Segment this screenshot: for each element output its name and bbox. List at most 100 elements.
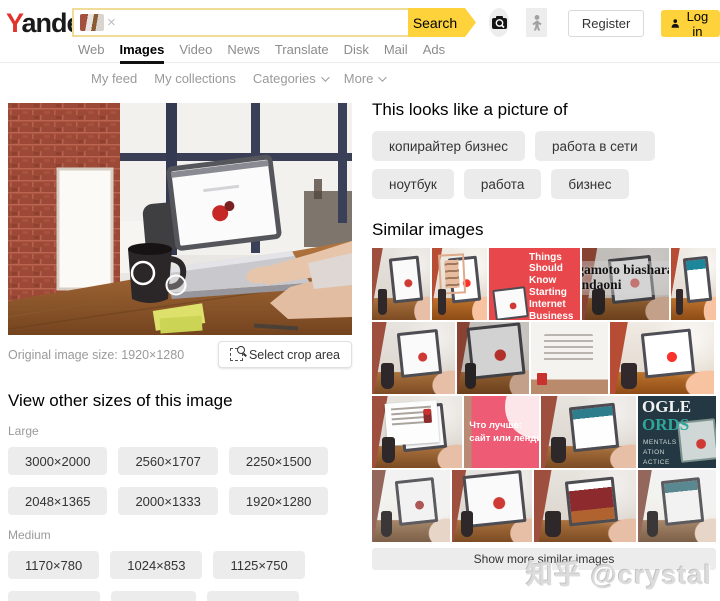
search-box [72, 8, 408, 37]
similar-images-title: Similar images [372, 220, 484, 239]
size-option[interactable]: 1125×750 [213, 551, 305, 579]
grid-row: Что лучше:сайт или лендинг пей OGLEORDS … [372, 396, 716, 468]
nav-tab-video[interactable]: Video [179, 42, 212, 63]
login-label: Log in [686, 8, 709, 39]
service-nav: Web Images Video News Translate Disk Mai… [0, 42, 720, 64]
nav-tab-web[interactable]: Web [78, 42, 105, 63]
similar-image-thumbnail[interactable] [610, 322, 714, 394]
similar-images-grid: Things Should Know Starting Internet Business… [372, 248, 716, 542]
size-option[interactable]: 2250×1500 [228, 447, 329, 475]
similar-image-thumbnail[interactable] [372, 470, 450, 542]
subnav-more[interactable]: More [343, 71, 388, 86]
similar-image-thumbnail[interactable]: Things Should Know Starting Internet Business [489, 248, 580, 320]
nav-tab-disk[interactable]: Disk [344, 42, 369, 63]
chevron-down-icon [378, 72, 388, 82]
similar-image-thumbnail[interactable] [452, 470, 532, 542]
subnav-my-collections[interactable]: My collections [154, 71, 236, 86]
people-icon [532, 14, 542, 30]
watermark: 知乎 @crystal [526, 560, 712, 590]
subnav-label: My feed [91, 71, 138, 86]
size-option[interactable]: 2000×1333 [118, 487, 218, 515]
select-crop-area-button[interactable]: Select crop area [217, 341, 352, 368]
similar-image-thumbnail[interactable] [638, 470, 716, 542]
similar-image-thumbnail[interactable] [432, 248, 487, 320]
size-group-label-large: Large [8, 424, 39, 438]
person-icon [671, 19, 680, 28]
size-option[interactable]: 1200×700 [8, 591, 101, 601]
query-image-thumbnail[interactable] [80, 14, 104, 31]
size-group-medium: 1170×780 1024×853 1125×750 1200×700 900×… [8, 551, 352, 601]
search-button[interactable]: Search [408, 8, 476, 37]
subnav-label: Categories [252, 71, 316, 86]
camera-icon [491, 16, 507, 29]
chevron-down-icon [320, 72, 330, 82]
subnav-label: More [343, 71, 374, 86]
tag-button[interactable]: работа в сети [534, 131, 655, 161]
images-subnav: My feed My collections Categories More [0, 71, 388, 86]
result-image-preview[interactable] [8, 103, 352, 335]
subnav-my-feed[interactable]: My feed [91, 71, 137, 86]
subnav-label: My collections [154, 71, 236, 86]
similar-image-thumbnail[interactable]: Что лучше:сайт или лендинг пей [464, 396, 539, 468]
nav-tab-images[interactable]: Images [119, 42, 164, 64]
thumbnail-text: Things Should Know Starting Internet Business [529, 251, 574, 320]
original-size-label: Original image size: 1920×1280 [8, 347, 185, 362]
similar-image-thumbnail[interactable] [671, 248, 716, 320]
people-search-button[interactable] [526, 8, 547, 37]
crop-icon [229, 346, 245, 361]
similar-image-thumbnail[interactable]: hangamoto biashara za mitandaoni [582, 248, 669, 320]
similar-image-thumbnail[interactable]: OGLE ORDS MENTALS ATION ACTICE [638, 396, 716, 468]
thumbnail-text: MENTALS ATION ACTICE [643, 439, 677, 466]
other-sizes-title: View other sizes of this image [8, 391, 233, 410]
size-option[interactable]: 2560×1707 [118, 447, 218, 475]
size-option[interactable]: 1920×1280 [228, 487, 329, 515]
query-image-panel: Original image size: 1920×1280 Select cr… [8, 103, 352, 601]
grid-row [372, 470, 716, 542]
size-group-large: 3000×2000 2560×1707 2250×1500 2048×1365 … [8, 447, 352, 515]
nav-tab-news[interactable]: News [227, 42, 260, 63]
similar-image-thumbnail[interactable] [372, 322, 455, 394]
thumbnail-text: Что лучше:сайт или лендинг пей [469, 420, 539, 445]
crop-handle[interactable] [165, 274, 187, 296]
similar-image-thumbnail[interactable] [457, 322, 529, 394]
similar-image-thumbnail[interactable] [531, 322, 608, 394]
size-option[interactable]: 2048×1365 [8, 487, 108, 515]
subnav-categories[interactable]: Categories [252, 71, 330, 86]
similar-image-thumbnail[interactable] [372, 396, 462, 468]
similar-image-thumbnail[interactable] [372, 248, 430, 320]
other-sizes-section: View other sizes of this image Large 300… [8, 391, 352, 601]
size-option[interactable]: 900×900 [111, 591, 197, 601]
size-option[interactable]: 1170×780 [8, 551, 100, 579]
grid-row [372, 322, 716, 394]
yandex-images-page: Yandex Search Register [0, 0, 720, 601]
thumbnail-text: hangamoto biashara za mitandaoni [582, 260, 669, 295]
nav-tab-translate[interactable]: Translate [275, 42, 329, 63]
similar-image-thumbnail[interactable] [541, 396, 636, 468]
register-button[interactable]: Register [567, 10, 645, 37]
tag-list: копирайтер бизнес работа в сети ноутбук … [372, 131, 716, 199]
select-crop-label: Select crop area [248, 347, 340, 362]
similar-image-thumbnail[interactable] [534, 470, 636, 542]
grid-row: Things Should Know Starting Internet Business… [372, 248, 716, 320]
header: Yandex Search Register [0, 0, 720, 46]
size-option[interactable]: 1200×675 [207, 591, 300, 601]
tag-button[interactable]: ноутбук [372, 169, 454, 199]
note-card [438, 253, 467, 295]
nav-tab-mail[interactable]: Mail [384, 42, 408, 63]
yandex-logo[interactable]: Yandex [6, 9, 96, 37]
size-option[interactable]: 3000×2000 [8, 447, 108, 475]
tag-button[interactable]: бизнес [551, 169, 629, 199]
size-group-label-medium: Medium [8, 528, 51, 542]
search-input[interactable] [116, 10, 402, 35]
thumbnail-text: OGLE ORDS [642, 397, 692, 435]
login-button[interactable]: Log in [661, 8, 720, 39]
image-meta-row: Original image size: 1920×1280 Select cr… [8, 341, 352, 368]
tag-button[interactable]: копирайтер бизнес [372, 131, 525, 161]
tag-button[interactable]: работа [463, 169, 542, 199]
camera-search-button[interactable] [489, 8, 510, 37]
nav-tab-ads[interactable]: Ads [423, 42, 445, 63]
recognition-panel: This looks like a picture of копирайтер … [372, 100, 716, 570]
slide-card [384, 399, 440, 446]
size-option[interactable]: 1024×853 [110, 551, 203, 579]
looks-like-title: This looks like a picture of [372, 100, 568, 119]
